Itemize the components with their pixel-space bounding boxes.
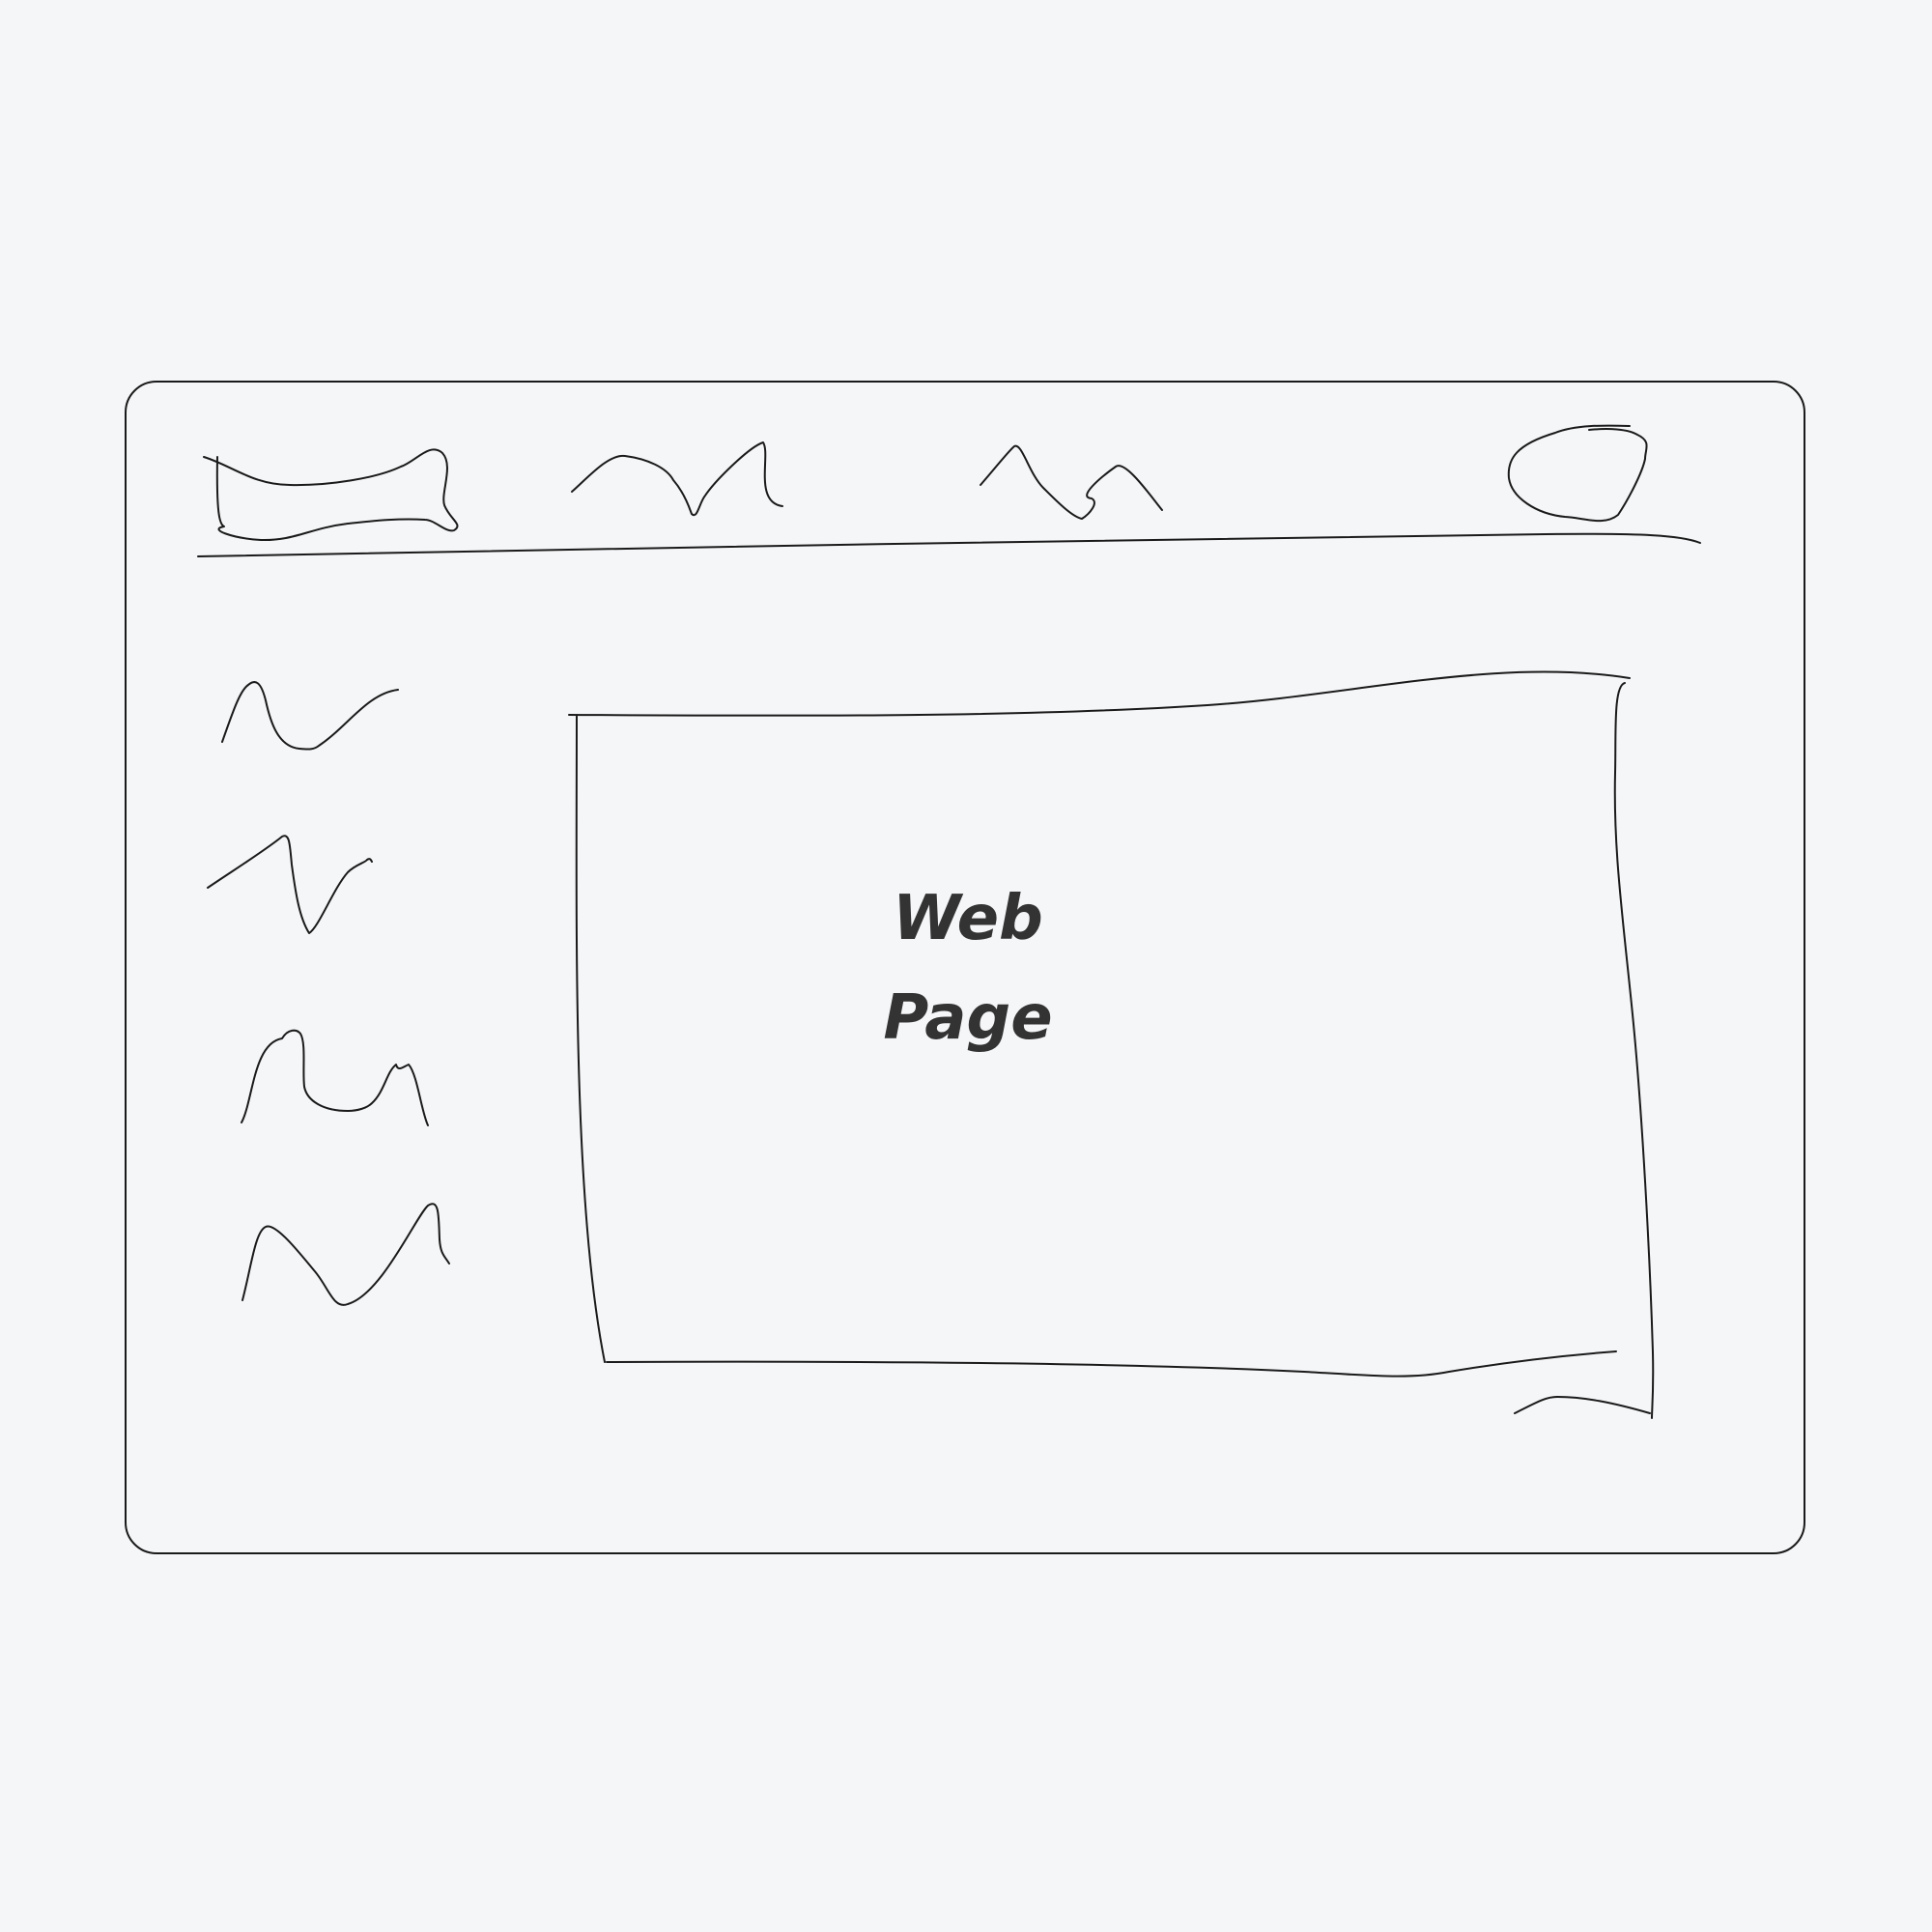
- header-divider: [197, 532, 1701, 557]
- nav-item-scribble-1[interactable]: [571, 441, 783, 517]
- logo-scribble: [203, 448, 459, 542]
- sidebar-item-scribble-3[interactable]: [241, 1029, 429, 1126]
- browser-window-frame: [125, 381, 1805, 1554]
- content-label-line-1: Web: [893, 883, 1043, 954]
- content-label-line-2: Page: [883, 982, 1052, 1054]
- nav-item-scribble-2[interactable]: [980, 444, 1163, 520]
- main-content-panel: [568, 670, 1655, 1419]
- sidebar-item-scribble-2[interactable]: [207, 835, 373, 934]
- sidebar-item-scribble-1[interactable]: [221, 681, 399, 751]
- panel-corner-curl: [1514, 1396, 1651, 1414]
- avatar-scribble[interactable]: [1507, 424, 1648, 523]
- sidebar-item-scribble-4[interactable]: [242, 1203, 450, 1306]
- wireframe-sketch: Web Page: [125, 381, 1805, 1554]
